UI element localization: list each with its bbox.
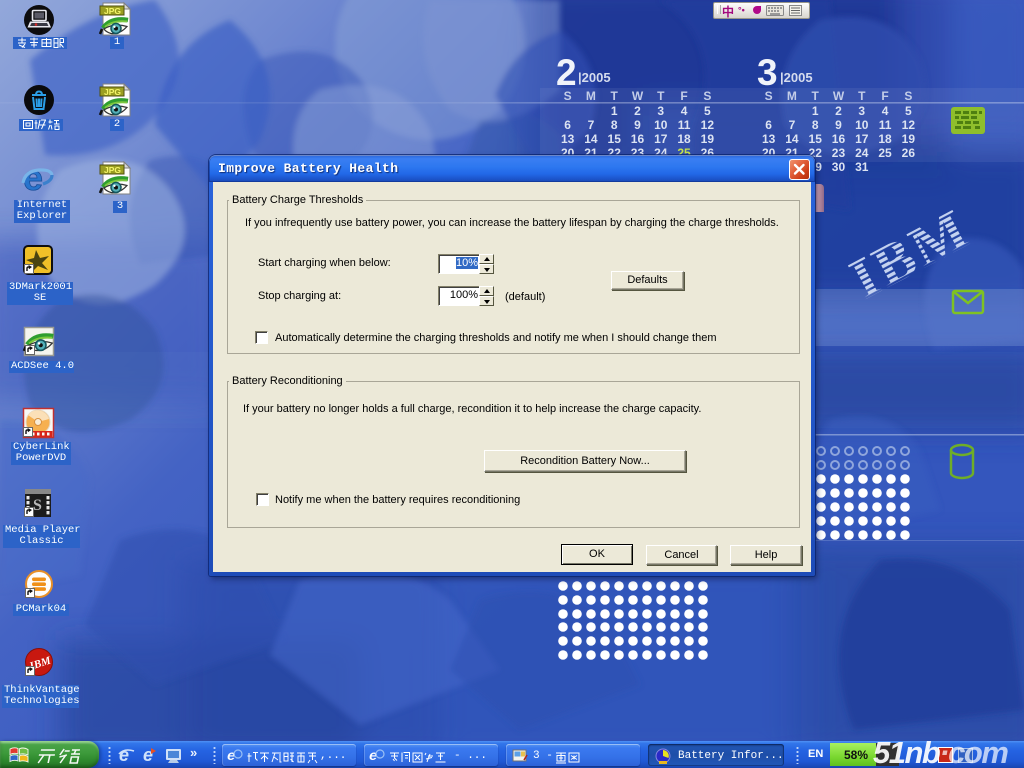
svg-text:e: e (143, 745, 153, 765)
svg-text:e: e (119, 745, 129, 765)
svg-text:»: » (190, 745, 197, 760)
svg-text:S: S (33, 497, 42, 514)
